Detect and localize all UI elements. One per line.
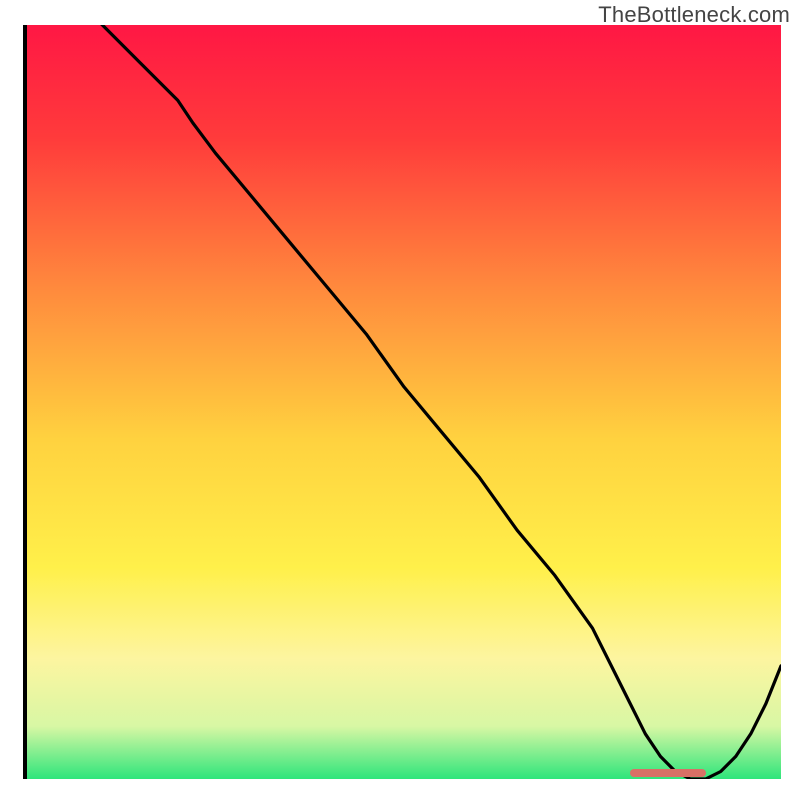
gradient-background bbox=[27, 25, 781, 779]
chart-stage: TheBottleneck.com bbox=[0, 0, 800, 800]
plot-svg bbox=[27, 25, 781, 779]
plot-area bbox=[23, 25, 777, 779]
optimal-range-marker bbox=[630, 769, 705, 777]
